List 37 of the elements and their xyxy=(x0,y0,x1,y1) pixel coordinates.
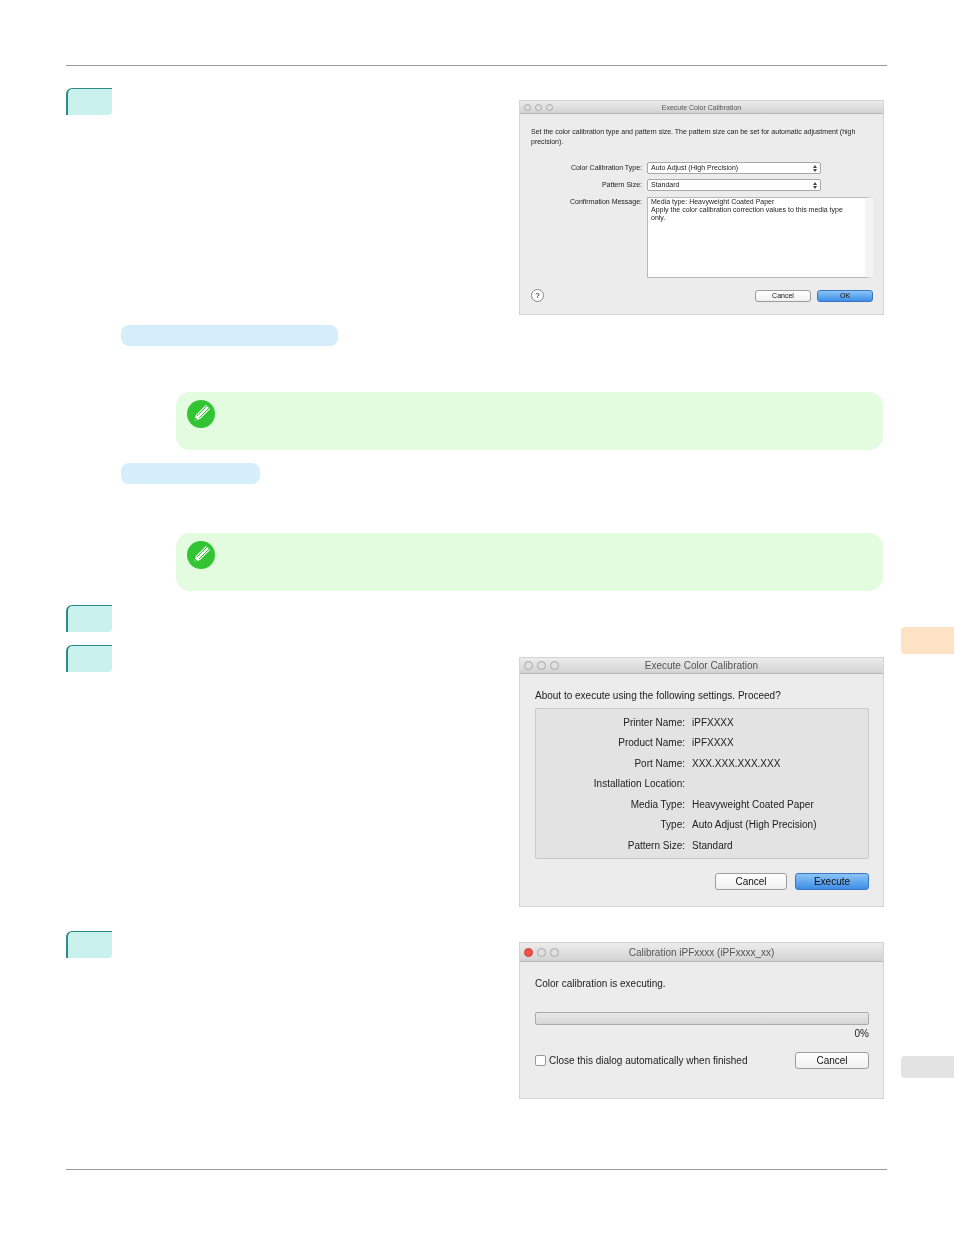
setting-value: Auto Adjust (High Precision) xyxy=(692,819,817,831)
setting-label: Port Name: xyxy=(634,757,685,769)
dialog-button[interactable]: Cancel xyxy=(795,1052,869,1069)
message-text: Color calibration is executing. xyxy=(535,978,667,989)
help-button[interactable]: ? xyxy=(531,289,544,302)
pencil-icon xyxy=(187,400,215,428)
step-marker xyxy=(66,88,112,115)
setting-value: iPFXXXX xyxy=(692,737,734,749)
side-tab[interactable] xyxy=(901,627,954,654)
setting-label: Product Name: xyxy=(618,737,685,749)
setting-value: Standard xyxy=(692,840,733,852)
setting-label: Installation Location: xyxy=(593,778,685,790)
window-control-icon[interactable] xyxy=(524,661,533,670)
pencil-icon xyxy=(187,541,215,569)
window-control-icon[interactable] xyxy=(524,947,533,957)
stepper-arrows-icon xyxy=(813,181,817,189)
setting-label: Pattern Size: xyxy=(627,840,685,852)
window-title: Execute Color Calibration xyxy=(644,660,759,671)
dialog-button[interactable]: Execute xyxy=(795,873,869,890)
dialog-button[interactable]: Cancel xyxy=(715,873,787,890)
progress-percent: 0% xyxy=(854,1028,869,1039)
step-marker xyxy=(66,645,112,672)
step-marker xyxy=(66,931,112,958)
stepper-arrows-icon xyxy=(813,164,817,172)
checkbox-label: Close this dialog automatically when finished xyxy=(549,1055,748,1066)
setting-value: XXX.XXX.XXX.XXX xyxy=(692,757,781,769)
auto-close-checkbox[interactable] xyxy=(535,1055,546,1066)
setting-label: Printer Name: xyxy=(623,716,685,728)
message-text: About to execute using the following settings. Proceed? xyxy=(535,690,782,701)
window-control-icon[interactable] xyxy=(524,103,531,111)
window-title: Calibration iPFxxxx (iPFxxxx_xx) xyxy=(628,946,775,958)
setting-value: Heavyweight Coated Paper xyxy=(692,798,814,810)
setting-label: Type: xyxy=(660,819,685,831)
step-marker xyxy=(66,605,112,632)
setting-label: Media Type: xyxy=(630,798,685,810)
setting-value: iPFXXXX xyxy=(692,716,734,728)
side-tab[interactable] xyxy=(901,1056,954,1078)
